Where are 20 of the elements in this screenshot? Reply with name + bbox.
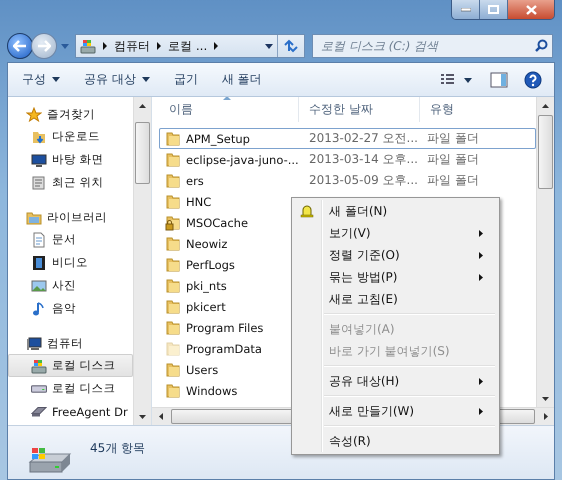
file-name: ers: [186, 174, 204, 188]
file-name: Users: [186, 362, 218, 376]
file-name: Program Files: [186, 320, 264, 334]
file-name: APM_Setup: [186, 132, 250, 146]
file-name: HNC: [186, 194, 212, 208]
file-name: pki_nts: [186, 278, 227, 292]
type-cell-text: 파일 폴더: [426, 172, 480, 189]
file-name: PerfLogs: [186, 258, 235, 272]
file-name: Neowiz: [186, 236, 228, 250]
file-name: eclipse-java-juno-...: [186, 152, 299, 166]
type-cell-text: 파일 폴더: [426, 151, 480, 168]
file-name: Windows: [186, 384, 238, 398]
file-name: MSOCache: [186, 216, 248, 230]
item-count: 45개 항목: [90, 440, 146, 457]
file-name: pkicert: [186, 300, 226, 314]
type-cell-text: 파일 폴더: [426, 130, 480, 147]
date-cell-text: 2013-05-09 오후...: [308, 172, 419, 189]
date-cell-text: 2013-03-14 오후...: [308, 151, 419, 168]
file-name: ProgramData: [186, 342, 262, 356]
date-cell-text: 2013-02-27 오전...: [308, 130, 419, 147]
